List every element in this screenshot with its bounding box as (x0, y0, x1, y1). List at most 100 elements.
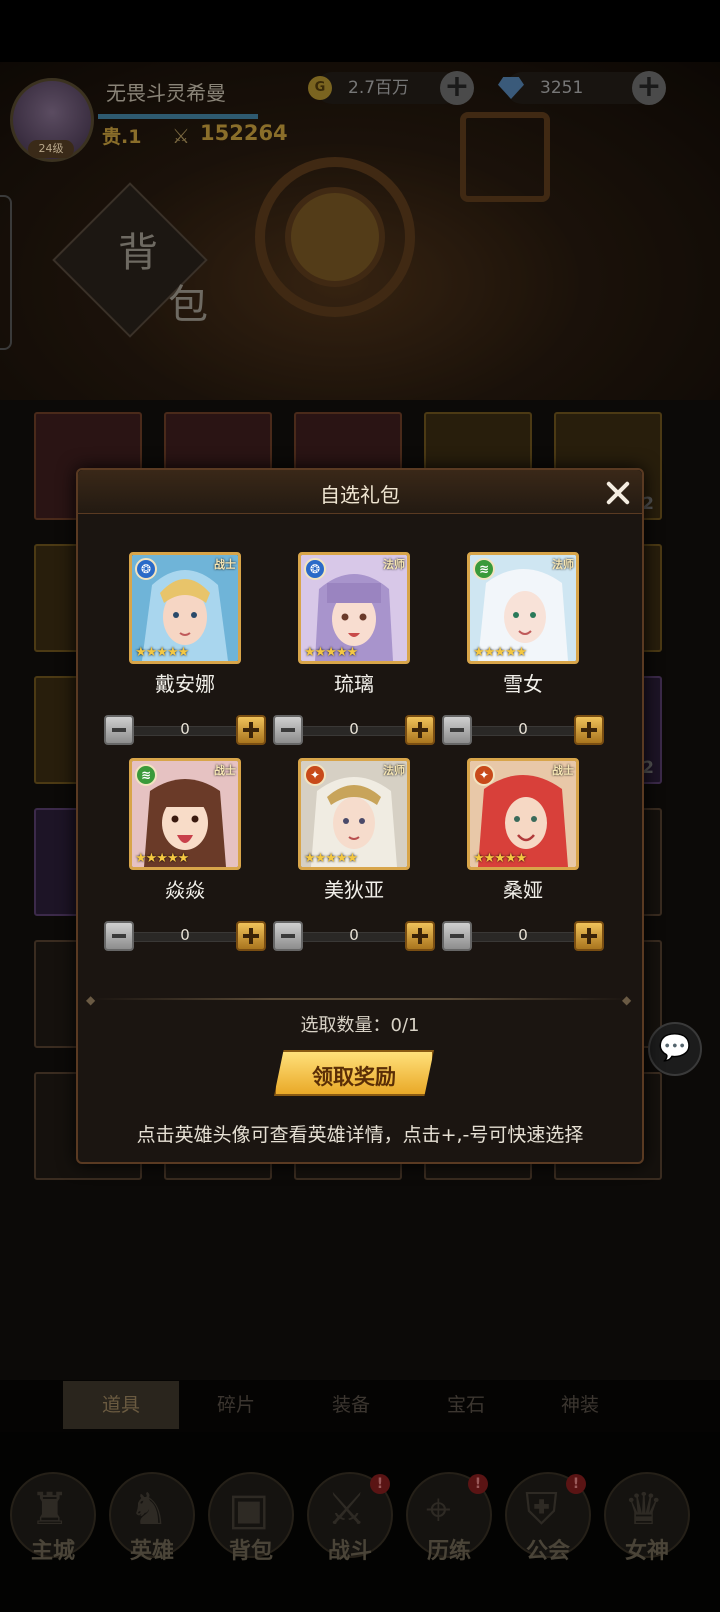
battle-alert-badge: ! (370, 1474, 390, 1494)
hero-role: 战士 (214, 764, 236, 777)
wind-element-icon: ≋ (473, 558, 495, 580)
player-level: 24级 (28, 140, 74, 158)
claim-reward-label: 领取奖励 (312, 1065, 396, 1089)
quantity-value: 0 (518, 720, 528, 738)
tab-fragments[interactable]: 碎片 (178, 1381, 294, 1429)
dialog-title: 自选礼包 (320, 483, 400, 507)
hero-role: 法师 (383, 558, 405, 571)
player-name: 无畏斗灵希曼 (106, 81, 226, 105)
status-bar (0, 0, 720, 62)
crossed-swords-icon: ⚔ (327, 1484, 367, 1535)
hero-card-medea[interactable]: ✦ 法师 ★★★★★ (298, 758, 410, 870)
tab-items[interactable]: 道具 (63, 1381, 179, 1429)
gift-pack-dialog: 自选礼包 ❂ 战士 ★★★★★ ❂ 法师 ★★★★★ ≋ 法师 ★★★★★ 戴安… (76, 468, 644, 1164)
increment-button[interactable] (574, 715, 604, 745)
quantity-stepper: 0 (442, 921, 604, 951)
tab-equipment[interactable]: 装备 (293, 1381, 409, 1429)
guild-shield-icon: ⛨ (525, 1484, 558, 1535)
increment-button[interactable] (405, 921, 435, 951)
training-alert-badge: ! (468, 1474, 488, 1494)
quantity-stepper: 0 (273, 921, 435, 951)
star-rating: ★★★★★ (304, 851, 358, 866)
hero-name: 美狄亚 (324, 878, 384, 902)
nav-label-battle: 战斗 (327, 1539, 372, 1564)
nav-label-training: 历练 (426, 1539, 471, 1564)
hero-name: 琉璃 (334, 672, 374, 696)
fire-element-icon: ✦ (473, 764, 495, 786)
hero-card-liuli[interactable]: ❂ 法师 ★★★★★ (298, 552, 410, 664)
vip-level: 贵.1 (102, 126, 142, 148)
hero-card-snow-maiden[interactable]: ≋ 法师 ★★★★★ (467, 552, 579, 664)
hero-card-yanyan[interactable]: ≋ 战士 ★★★★★ (129, 758, 241, 870)
increment-button[interactable] (574, 921, 604, 951)
quantity-value: 0 (518, 926, 528, 944)
decrement-button[interactable] (273, 921, 303, 951)
power-sword-icon: ⚔ (172, 124, 190, 148)
quantity-value: 0 (349, 720, 359, 738)
hero-role: 战士 (552, 764, 574, 777)
increment-button[interactable] (236, 715, 266, 745)
decrement-button[interactable] (442, 715, 472, 745)
quantity-stepper: 0 (273, 715, 435, 745)
star-rating: ★★★★★ (304, 645, 358, 660)
tab-divine-gear[interactable]: 神装 (522, 1381, 638, 1429)
hero-name: 戴安娜 (155, 672, 215, 696)
goddess-icon: ♛ (624, 1484, 664, 1535)
nav-label-heroes: 英雄 (129, 1539, 174, 1564)
water-element-icon: ❂ (135, 558, 157, 580)
claim-reward-button[interactable]: 领取奖励 (274, 1050, 434, 1096)
hero-card-sonya[interactable]: ✦ 战士 ★★★★★ (467, 758, 579, 870)
section-divider (92, 998, 628, 1000)
add-gold-button[interactable]: + (440, 71, 474, 105)
star-rating: ★★★★★ (473, 645, 527, 660)
add-diamond-button[interactable]: + (632, 71, 666, 105)
quantity-value: 0 (349, 926, 359, 944)
exp-bar (98, 114, 258, 119)
increment-button[interactable] (236, 921, 266, 951)
divider-ornament-left: ◆ (86, 993, 96, 1007)
hero-role: 战士 (214, 558, 236, 571)
nav-label-goddess: 女神 (624, 1539, 669, 1564)
divider-ornament-right: ◆ (622, 993, 632, 1007)
water-element-icon: ❂ (304, 558, 326, 580)
help-hint: 点击英雄头像可查看英雄详情，点击+,-号可快速选择 (136, 1124, 584, 1146)
nav-label-main-city: 主城 (30, 1539, 75, 1564)
decrement-button[interactable] (104, 715, 134, 745)
star-rating: ★★★★★ (135, 645, 189, 660)
increment-button[interactable] (405, 715, 435, 745)
chat-bubble-icon: 💬 (658, 1033, 692, 1063)
close-button[interactable] (605, 480, 631, 506)
combat-power: 152264 (200, 121, 288, 145)
hero-helmet-icon: ♞ (129, 1484, 169, 1535)
star-rating: ★★★★★ (473, 851, 527, 866)
selection-count: 选取数量：0/1 (300, 1015, 420, 1036)
quantity-value: 0 (180, 926, 190, 944)
backpack-icon: ▣ (228, 1484, 270, 1535)
chat-button[interactable]: 💬 (648, 1022, 702, 1076)
hero-role: 法师 (552, 558, 574, 571)
hero-card-diana[interactable]: ❂ 战士 ★★★★★ (129, 552, 241, 664)
quantity-value: 0 (180, 720, 190, 738)
quantity-stepper: 0 (104, 715, 266, 745)
wind-element-icon: ≋ (135, 764, 157, 786)
decrement-button[interactable] (104, 921, 134, 951)
dialog-header: 自选礼包 (78, 470, 642, 514)
castle-icon: ♜ (30, 1484, 70, 1535)
nav-label-backpack: 背包 (228, 1539, 273, 1564)
title-char-2: 包 (168, 282, 208, 328)
gold-coin-icon: G (308, 76, 332, 100)
star-rating: ★★★★★ (135, 851, 189, 866)
quantity-stepper: 0 (104, 921, 266, 951)
map-pin-icon: ⌖ (426, 1484, 451, 1535)
nav-label-guild: 公会 (525, 1539, 570, 1564)
quantity-stepper: 0 (442, 715, 604, 745)
hero-name: 桑娅 (503, 878, 543, 902)
tab-gems[interactable]: 宝石 (408, 1381, 524, 1429)
hero-name: 焱焱 (165, 878, 205, 902)
decrement-button[interactable] (273, 715, 303, 745)
gold-display: 2.7百万 (316, 72, 460, 104)
side-drawer-handle[interactable] (0, 195, 12, 350)
guild-alert-badge: ! (566, 1474, 586, 1494)
decrement-button[interactable] (442, 921, 472, 951)
fire-element-icon: ✦ (304, 764, 326, 786)
